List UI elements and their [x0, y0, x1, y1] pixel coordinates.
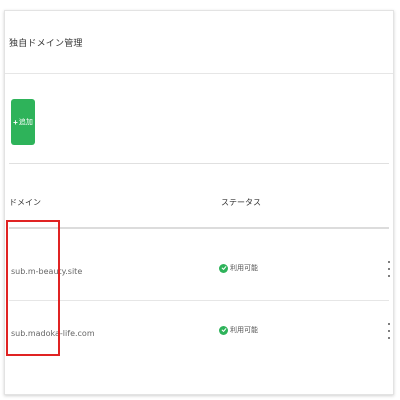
row-menu-icon[interactable] — [387, 323, 391, 339]
table-row: sub.madoka-life.com 利用可能 — [9, 301, 391, 361]
page-title: 独自ドメイン管理 — [9, 39, 83, 49]
column-header-domain[interactable]: ドメイン — [9, 197, 41, 208]
check-circle-icon — [219, 325, 228, 335]
card-header: 独自ドメイン管理 — [5, 11, 393, 74]
row-menu-icon[interactable] — [387, 261, 391, 277]
page: 独自ドメイン管理 + 追加 ドメイン ステータス sub.m-beauty.si… — [0, 0, 400, 400]
plus-icon: + — [13, 117, 18, 127]
status-cell: 利用可能 — [219, 325, 258, 335]
domain-cell[interactable]: sub.madoka-life.com — [11, 329, 95, 338]
add-button-label: 追加 — [18, 119, 33, 126]
status-cell: 利用可能 — [219, 263, 258, 273]
table-divider — [9, 163, 389, 164]
status-label: 利用可能 — [230, 264, 258, 272]
status-label: 利用可能 — [230, 326, 258, 334]
add-domain-button[interactable]: + 追加 — [11, 99, 35, 145]
domain-cell[interactable]: sub.m-beauty.site — [11, 267, 82, 276]
column-header-status[interactable]: ステータス — [221, 197, 261, 208]
domain-management-card: 独自ドメイン管理 + 追加 ドメイン ステータス sub.m-beauty.si… — [4, 10, 394, 395]
header-divider — [9, 227, 389, 229]
table-row: sub.m-beauty.site 利用可能 — [9, 239, 391, 299]
check-circle-icon — [219, 263, 228, 273]
